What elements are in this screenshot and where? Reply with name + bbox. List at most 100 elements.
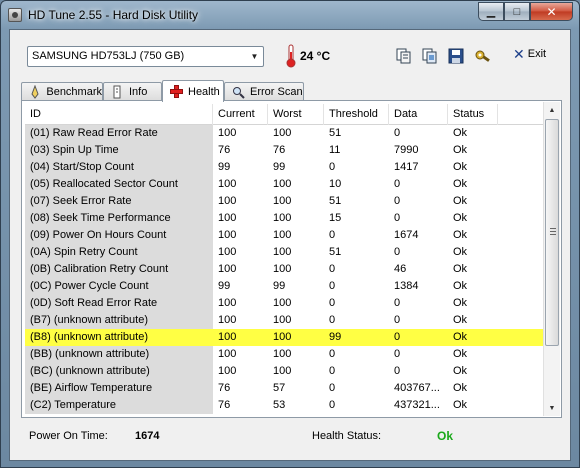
- exit-label: Exit: [527, 48, 547, 60]
- cell-threshold: 0: [329, 297, 336, 309]
- options-button[interactable]: [472, 46, 492, 66]
- table-row[interactable]: (BB) (unknown attribute) 100 100 0 0 Ok: [25, 346, 543, 363]
- minimize-button[interactable]: ▁: [478, 2, 504, 21]
- cell-worst: 100: [273, 246, 292, 258]
- cell-worst: 100: [273, 127, 292, 139]
- power-on-time-value: 1674: [135, 430, 160, 442]
- tab-error-scan-label: Error Scan: [250, 86, 303, 98]
- scroll-down-icon[interactable]: ▼: [544, 400, 560, 416]
- temperature-readout: 24 °C: [300, 49, 331, 63]
- table-row[interactable]: (0B) Calibration Retry Count 100 100 0 46 Ok: [25, 261, 543, 278]
- cell-id: (B7) (unknown attribute): [25, 312, 213, 329]
- cell-data: 0: [394, 314, 401, 326]
- column-header-data[interactable]: Data: [389, 104, 448, 125]
- title-bar[interactable]: HD Tune 2.55 - Hard Disk Utility ▁ □ ✕: [1, 1, 579, 29]
- exit-button[interactable]: ✕ Exit: [513, 47, 546, 61]
- caption-buttons: ▁ □ ✕: [478, 2, 573, 21]
- cell-status: Ok: [453, 331, 468, 343]
- cell-data: 0: [394, 212, 401, 224]
- cell-data: 7990: [394, 144, 419, 156]
- column-header-id[interactable]: ID: [25, 104, 213, 125]
- cell-id: (B8) (unknown attribute): [25, 329, 213, 346]
- hdtune-app-icon: [8, 8, 22, 22]
- table-row[interactable]: (01) Raw Read Error Rate 100 100 51 0 Ok: [25, 125, 543, 142]
- table-row[interactable]: (09) Power On Hours Count 100 100 0 1674 Ok: [25, 227, 543, 244]
- copy-info-button[interactable]: [394, 46, 414, 66]
- save-button[interactable]: [446, 46, 466, 66]
- column-header-worst[interactable]: Worst: [268, 104, 324, 125]
- drive-select[interactable]: SAMSUNG HD753LJ (750 GB) ▼: [27, 46, 264, 67]
- cell-threshold: 11: [329, 144, 341, 156]
- table-row[interactable]: (C2) Temperature 76 53 0 437321... Ok: [25, 397, 543, 414]
- cell-data: 0: [394, 365, 401, 377]
- cell-current: 100: [218, 314, 237, 326]
- cell-threshold: 0: [329, 280, 336, 292]
- health-cross-icon: [169, 85, 183, 99]
- cell-data: 0: [394, 331, 401, 343]
- table-row[interactable]: (BC) (unknown attribute) 100 100 0 0 Ok: [25, 363, 543, 380]
- cell-id: (0B) Calibration Retry Count: [25, 261, 213, 278]
- copy-icon: [396, 48, 411, 64]
- table-row[interactable]: (03) Spin Up Time 76 76 11 7990 Ok: [25, 142, 543, 159]
- table-row[interactable]: (BE) Airflow Temperature 76 57 0 403767... Ok: [25, 380, 543, 397]
- tab-benchmark-label: Benchmark: [46, 86, 102, 98]
- table-row[interactable]: (B8) (unknown attribute) 100 100 99 0 Ok: [25, 329, 543, 346]
- cell-current: 100: [218, 365, 237, 377]
- cell-data: 46: [394, 263, 407, 275]
- cell-status: Ok: [453, 161, 468, 173]
- column-header-current[interactable]: Current: [213, 104, 268, 125]
- health-status-label: Health Status:: [312, 430, 382, 442]
- cell-id: (BC) (unknown attribute): [25, 363, 213, 380]
- table-row[interactable]: (07) Seek Error Rate 100 100 51 0 Ok: [25, 193, 543, 210]
- cell-worst: 100: [273, 195, 292, 207]
- chevron-down-icon[interactable]: ▼: [246, 47, 263, 66]
- close-icon: ✕: [546, 4, 557, 19]
- table-row[interactable]: (B7) (unknown attribute) 100 100 0 0 Ok: [25, 312, 543, 329]
- tab-health[interactable]: Health: [162, 80, 224, 102]
- cell-status: Ok: [453, 314, 468, 326]
- column-header-status[interactable]: Status: [448, 104, 498, 125]
- table-scrollbar[interactable]: ▲ ▼: [543, 102, 560, 416]
- cell-threshold: 0: [329, 263, 336, 275]
- maximize-button[interactable]: □: [504, 2, 530, 21]
- cell-threshold: 99: [329, 331, 342, 343]
- cell-threshold: 0: [329, 399, 336, 411]
- close-button[interactable]: ✕: [530, 2, 573, 21]
- table-row[interactable]: (05) Reallocated Sector Count 100 100 10 0 Ok: [25, 176, 543, 193]
- cell-threshold: 0: [329, 314, 336, 326]
- table-row[interactable]: (0C) Power Cycle Count 99 99 0 1384 Ok: [25, 278, 543, 295]
- tab-benchmark[interactable]: Benchmark: [21, 82, 103, 101]
- cell-id: (04) Start/Stop Count: [25, 159, 213, 176]
- cell-data: 0: [394, 246, 401, 258]
- cell-data: 0: [394, 297, 401, 309]
- window-title: HD Tune 2.55 - Hard Disk Utility: [28, 8, 199, 22]
- cell-data: 1384: [394, 280, 419, 292]
- cell-data: 437321...: [394, 399, 440, 411]
- cell-status: Ok: [453, 348, 468, 360]
- exit-x-icon: ✕: [513, 46, 525, 62]
- cell-status: Ok: [453, 229, 468, 241]
- cell-status: Ok: [453, 399, 468, 411]
- cell-threshold: 0: [329, 161, 336, 173]
- tab-error-scan[interactable]: Error Scan: [224, 82, 304, 101]
- table-row[interactable]: (0D) Soft Read Error Rate 100 100 0 0 Ok: [25, 295, 543, 312]
- cell-status: Ok: [453, 365, 468, 377]
- copy-screenshot-button[interactable]: [420, 46, 440, 66]
- cell-status: Ok: [453, 212, 468, 224]
- table-row[interactable]: (08) Seek Time Performance 100 100 15 0 Ok: [25, 210, 543, 227]
- minimize-icon: ▁: [486, 6, 496, 18]
- cell-id: (C2) Temperature: [25, 397, 213, 414]
- cell-status: Ok: [453, 263, 468, 275]
- tab-info-label: Info: [129, 86, 148, 98]
- table-row[interactable]: (04) Start/Stop Count 99 99 0 1417 Ok: [25, 159, 543, 176]
- cell-threshold: 51: [329, 195, 342, 207]
- cell-threshold: 51: [329, 127, 342, 139]
- column-header-threshold[interactable]: Threshold: [324, 104, 389, 125]
- scroll-up-icon[interactable]: ▲: [544, 102, 560, 118]
- cell-current: 100: [218, 331, 237, 343]
- cell-worst: 100: [273, 314, 292, 326]
- table-row[interactable]: (0A) Spin Retry Count 100 100 51 0 Ok: [25, 244, 543, 261]
- scrollbar-thumb[interactable]: [545, 119, 559, 346]
- tab-info[interactable]: Info: [103, 82, 162, 101]
- thermometer-icon: [286, 44, 296, 68]
